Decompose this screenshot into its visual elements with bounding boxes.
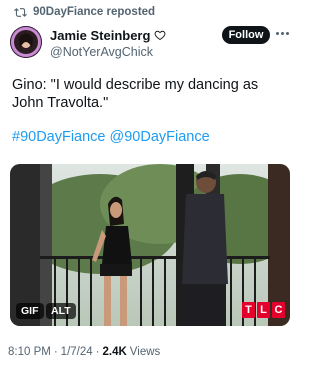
tweet-text: Gino: "I would describe my dancing as Jo…: [12, 77, 259, 111]
tweet-meta: 8:10 PM · 1/7/24 · 2.4K Views: [8, 344, 160, 360]
repost-text: 90DayFiance reposted: [33, 6, 156, 18]
tlc-letter: C: [272, 302, 285, 318]
views-label: Views: [129, 346, 161, 358]
more-options-icon[interactable]: [276, 30, 290, 36]
tlc-letter: T: [242, 302, 255, 318]
author-display-name[interactable]: Jamie Steinberg: [50, 28, 150, 43]
repost-icon: [14, 7, 27, 17]
tweet-time[interactable]: 8:10 PM: [8, 346, 51, 358]
follow-button[interactable]: Follow: [222, 26, 270, 44]
tweet-hashtags: #90DayFiance @90DayFiance: [12, 128, 288, 146]
views-count: 2.4K: [102, 346, 127, 358]
tweet-date[interactable]: 1/7/24: [61, 346, 93, 358]
heart-outline-icon: [155, 30, 166, 41]
tlc-letter: L: [257, 302, 270, 318]
mention-link[interactable]: @90DayFiance: [110, 129, 210, 145]
author-handle[interactable]: @NotYerAvgChick: [50, 45, 166, 60]
meta-separator: ·: [53, 346, 58, 358]
alt-text-badge[interactable]: ALT: [46, 303, 76, 319]
meta-separator: ·: [95, 346, 100, 358]
gif-badge: GIF: [16, 303, 44, 319]
hashtag-link[interactable]: #90DayFiance: [12, 129, 106, 145]
avatar[interactable]: [10, 26, 42, 58]
repost-indicator[interactable]: 90DayFiance reposted: [14, 4, 155, 20]
tlc-logo: T L C: [242, 301, 285, 319]
